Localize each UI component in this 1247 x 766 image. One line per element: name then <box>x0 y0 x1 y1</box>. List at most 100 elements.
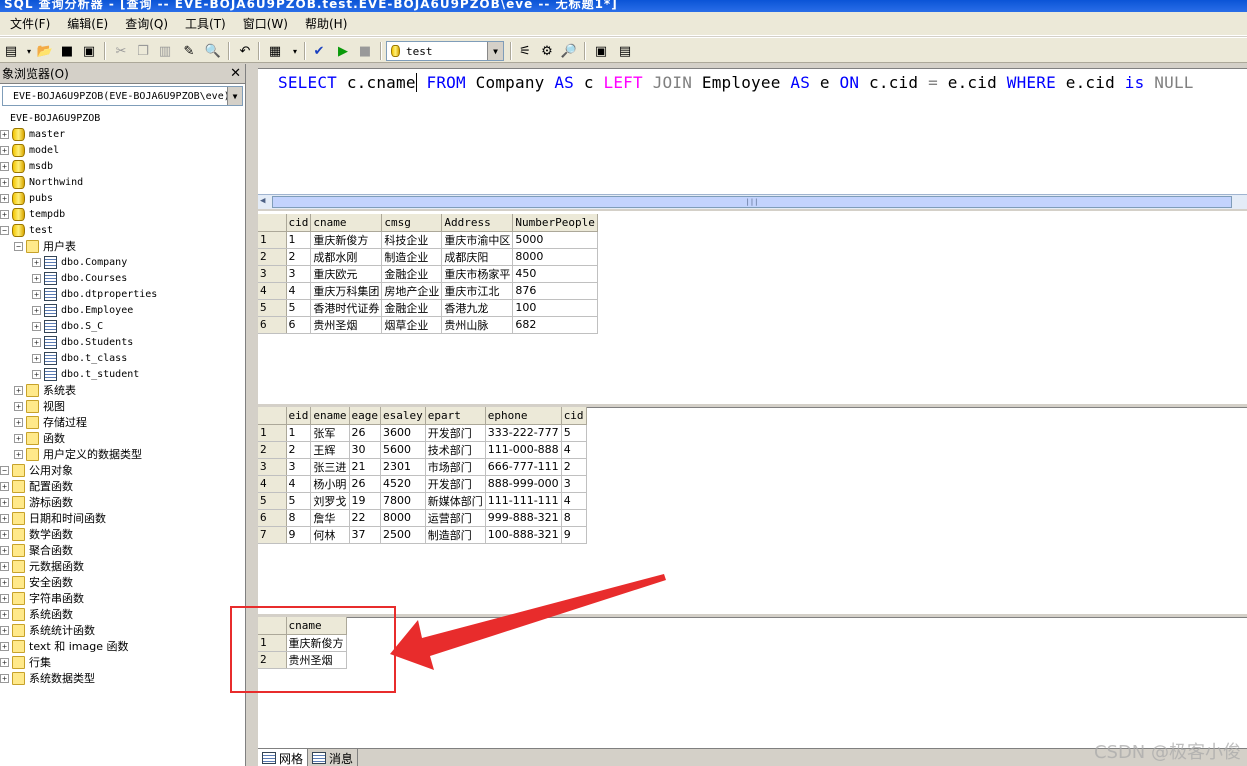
tree-table-0[interactable]: + dbo.Company <box>0 254 244 270</box>
chevron-down-icon[interactable]: ▼ <box>487 42 503 60</box>
cell[interactable]: 开发部门 <box>425 424 486 442</box>
cell[interactable]: 成都庆阳 <box>441 248 514 266</box>
save-icon[interactable]: ■ <box>58 42 76 60</box>
cell[interactable]: 贵州山脉 <box>441 316 514 334</box>
row-number[interactable]: 5 <box>258 299 287 317</box>
expand-icon[interactable]: + <box>0 577 9 587</box>
tree-public-item-1[interactable]: + 游标函数 <box>0 494 244 510</box>
expand-icon[interactable]: + <box>0 641 9 651</box>
cell[interactable]: 王辉 <box>310 441 350 459</box>
cell[interactable]: 5 <box>286 492 312 510</box>
editor-horizontal-scrollbar[interactable]: ◀ ||| <box>258 194 1247 209</box>
tree-folder-4[interactable]: + 用户定义的数据类型 <box>0 446 244 462</box>
table-row[interactable]: 6 8 詹华 22 8000 运营部门 999-888-321 8 <box>258 509 587 527</box>
result-grid-1[interactable]: cid cname cmsg Address NumberPeople 1 1 重庆新俊方 科技… <box>258 214 598 334</box>
cell[interactable]: 26 <box>349 424 381 442</box>
cell[interactable]: 金融企业 <box>381 299 443 317</box>
cell[interactable]: 詹华 <box>310 509 350 527</box>
tree-table-5[interactable]: + dbo.Students <box>0 334 244 350</box>
table-row[interactable]: 2 2 成都水刚 制造企业 成都庆阳 8000 <box>258 248 598 266</box>
collapse-icon[interactable]: − <box>0 465 9 475</box>
results-mode-icon[interactable]: ▦ <box>266 42 284 60</box>
cell[interactable]: 100 <box>512 299 598 317</box>
tree-public-item-6[interactable]: + 安全函数 <box>0 574 244 590</box>
cell[interactable]: 888-999-000 <box>485 475 562 493</box>
results-mode-arrow-icon[interactable]: ▾ <box>286 42 304 60</box>
object-browser-icon[interactable]: ▣ <box>592 42 610 60</box>
cell[interactable]: 市场部门 <box>425 458 486 476</box>
row-number[interactable]: 3 <box>258 265 287 283</box>
menu-item-2[interactable]: 查询(Q) <box>125 15 168 32</box>
tree-public-item-12[interactable]: + 系统数据类型 <box>0 670 244 686</box>
cell[interactable]: 2301 <box>380 458 426 476</box>
cell[interactable]: 4 <box>561 441 587 459</box>
column-header[interactable]: eage <box>349 407 381 425</box>
expand-icon[interactable]: + <box>0 513 9 523</box>
cell[interactable]: 香港时代证券 <box>310 299 383 317</box>
cell[interactable]: 张军 <box>310 424 350 442</box>
result-grid-2[interactable]: eid ename eage esaley epart ephone cid 1 1 张军 26 36… <box>258 407 587 544</box>
copy-icon[interactable]: ❐ <box>134 42 152 60</box>
cell[interactable]: 4 <box>561 492 587 510</box>
cell[interactable]: 1 <box>286 424 312 442</box>
expand-icon[interactable]: + <box>0 673 9 683</box>
tree-public-item-7[interactable]: + 字符串函数 <box>0 590 244 606</box>
cell[interactable]: 何林 <box>310 526 350 544</box>
cell[interactable]: 5600 <box>380 441 426 459</box>
row-number[interactable]: 5 <box>258 492 287 510</box>
tree-folder-1[interactable]: + 视图 <box>0 398 244 414</box>
cell[interactable]: 111-111-111 <box>485 492 562 510</box>
row-number[interactable]: 3 <box>258 458 287 476</box>
tree-db-model[interactable]: + model <box>0 142 244 158</box>
expand-icon[interactable]: + <box>32 337 41 347</box>
column-header[interactable]: ephone <box>485 407 562 425</box>
tab-messages[interactable]: 消息 <box>308 749 359 766</box>
cell[interactable]: 8 <box>286 509 312 527</box>
cell[interactable]: 房地产企业 <box>381 282 443 300</box>
paste-icon[interactable]: ▥ <box>156 42 174 60</box>
cell[interactable]: 烟草企业 <box>381 316 443 334</box>
tree-public-item-4[interactable]: + 聚合函数 <box>0 542 244 558</box>
table-row[interactable]: 4 4 杨小明 26 4520 开发部门 888-999-000 3 <box>258 475 587 493</box>
table-row[interactable]: 4 4 重庆万科集团 房地产企业 重庆市江北 876 <box>258 282 598 300</box>
tree-table-1[interactable]: + dbo.Courses <box>0 270 244 286</box>
row-number[interactable]: 2 <box>258 441 287 459</box>
table-row[interactable]: 3 3 重庆欧元 金融企业 重庆市杨家平 450 <box>258 265 598 283</box>
find-icon[interactable]: 🔍 <box>204 42 222 60</box>
row-number[interactable]: 6 <box>258 316 287 334</box>
grid-corner[interactable] <box>258 214 287 232</box>
tree-public-item-10[interactable]: + text 和 image 函数 <box>0 638 244 654</box>
expand-icon[interactable]: + <box>0 129 9 139</box>
cell[interactable]: 100-888-321 <box>485 526 562 544</box>
cell[interactable]: 运营部门 <box>425 509 486 527</box>
tree-table-3[interactable]: + dbo.Employee <box>0 302 244 318</box>
execute-icon[interactable]: ▶ <box>334 42 352 60</box>
column-header[interactable]: epart <box>425 407 486 425</box>
cell[interactable]: 2 <box>286 248 312 266</box>
cell[interactable]: 8000 <box>512 248 598 266</box>
scroll-thumb[interactable]: ||| <box>272 196 1232 208</box>
cell[interactable]: 刘罗戈 <box>310 492 350 510</box>
cell[interactable]: 金融企业 <box>381 265 443 283</box>
cell[interactable]: 贵州圣烟 <box>310 316 383 334</box>
show-plan-icon[interactable]: ⚟ <box>516 42 534 60</box>
close-icon[interactable]: ✕ <box>230 66 241 81</box>
index-tuning-icon[interactable]: 🔎 <box>560 42 578 60</box>
cell[interactable]: 3600 <box>380 424 426 442</box>
tree-root[interactable]: EVE-BOJA6U9PZOB <box>0 110 244 126</box>
expand-icon[interactable]: + <box>0 177 9 187</box>
undo-icon[interactable]: ↶ <box>236 42 254 60</box>
tree-table-7[interactable]: + dbo.t_student <box>0 366 244 382</box>
insert-template-icon[interactable]: ▣ <box>80 42 98 60</box>
expand-icon[interactable]: + <box>32 369 41 379</box>
cell[interactable]: 111-000-888 <box>485 441 562 459</box>
row-number[interactable]: 1 <box>258 424 287 442</box>
cut-icon[interactable]: ✂ <box>112 42 130 60</box>
parse-check-icon[interactable]: ✔ <box>310 42 328 60</box>
server-select[interactable]: EVE-BOJA6U9PZOB(EVE-BOJA6U9PZOB\eve) ▼ <box>2 86 243 106</box>
show-trace-icon[interactable]: ⚙ <box>538 42 556 60</box>
cell[interactable]: 重庆新俊方 <box>310 231 383 249</box>
cell[interactable]: 1 <box>286 231 312 249</box>
cell[interactable]: 4 <box>286 475 312 493</box>
cell[interactable]: 8 <box>561 509 587 527</box>
